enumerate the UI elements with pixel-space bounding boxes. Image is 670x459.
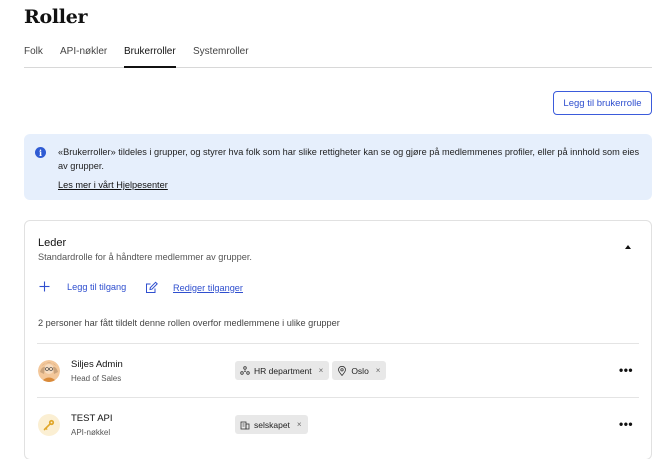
tab-system-roles[interactable]: Systemroller [193, 46, 249, 67]
add-access-button[interactable]: Legg til tilgang [39, 281, 126, 292]
member-subtitle: Head of Sales [71, 374, 122, 383]
group-icon [240, 365, 250, 376]
chip-label: Oslo [351, 365, 369, 376]
building-icon [240, 420, 250, 430]
group-chips: selskapet × [235, 415, 308, 434]
group-chip: Oslo × [332, 361, 387, 380]
plus-icon [39, 281, 50, 292]
member-row[interactable]: Siljes Admin Head of Sales HR department… [37, 343, 639, 397]
info-banner: i «Brukerroller» tildeles i grupper, og … [24, 134, 652, 200]
tab-bar: Folk API-nøkler Brukerroller Systemrolle… [24, 46, 652, 68]
member-row[interactable]: TEST API API-nøkkel selskapet × ••• [37, 397, 639, 451]
collapse-caret-icon[interactable] [625, 245, 631, 249]
more-options-button[interactable]: ••• [619, 417, 633, 431]
member-name: Siljes Admin [71, 359, 123, 370]
add-access-label: Legg til tilgang [67, 281, 127, 292]
info-icon: i [35, 147, 46, 158]
chip-label: selskapet [254, 419, 290, 430]
edit-access-label: Rediger tilganger [173, 282, 243, 293]
info-text: «Brukerroller» tildeles i grupper, og st… [58, 147, 640, 171]
group-chip: HR department × [235, 361, 330, 380]
assigned-count-text: 2 personer har fått tildelt denne rollen… [38, 318, 340, 328]
person-avatar [38, 360, 60, 382]
tab-api-keys[interactable]: API-nøkler [60, 46, 107, 67]
page-title: Roller [24, 6, 88, 28]
remove-chip-button[interactable]: × [297, 420, 302, 429]
add-user-role-button[interactable]: Legg til brukerrolle [553, 91, 652, 115]
role-name: Leder [38, 237, 67, 249]
role-description: Standardrolle for å håndtere medlemmer a… [38, 252, 252, 262]
group-chip: selskapet × [235, 415, 308, 434]
chip-label: HR department [254, 365, 312, 376]
member-subtitle: API-nøkkel [71, 428, 111, 437]
role-card: Leder Standardrolle for å håndtere medle… [24, 220, 652, 459]
edit-access-button[interactable]: Rediger tilganger [145, 281, 243, 294]
help-center-link[interactable]: Les mer i vårt Hjelpesenter [58, 180, 168, 190]
location-pin-icon [337, 365, 347, 376]
tab-folk[interactable]: Folk [24, 46, 43, 67]
member-name: TEST API [71, 413, 113, 424]
group-chips: HR department × Oslo × [235, 361, 387, 380]
remove-chip-button[interactable]: × [319, 366, 324, 375]
key-icon [38, 414, 60, 436]
more-options-button[interactable]: ••• [619, 363, 633, 377]
tab-user-roles[interactable]: Brukerroller [124, 46, 176, 68]
edit-icon [146, 281, 158, 293]
remove-chip-button[interactable]: × [376, 366, 381, 375]
